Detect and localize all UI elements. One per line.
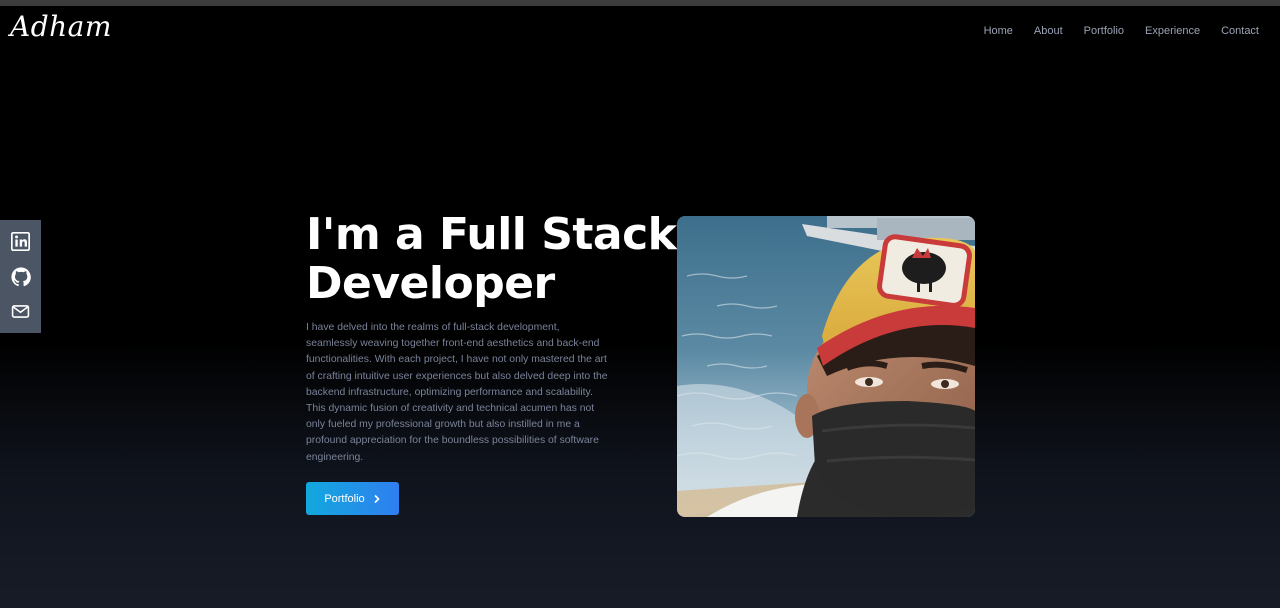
email-link[interactable] <box>10 301 32 323</box>
profile-photo-illustration <box>677 216 975 517</box>
portfolio-button-label: Portfolio <box>324 492 365 505</box>
nav-item-portfolio[interactable]: Portfolio <box>1084 25 1124 37</box>
site-logo[interactable]: Adham <box>10 10 112 43</box>
nav-item-about[interactable]: About <box>1034 25 1063 37</box>
chevron-right-icon <box>374 494 380 503</box>
main-nav: Home About Portfolio Experience Contact <box>984 25 1259 37</box>
nav-item-experience[interactable]: Experience <box>1145 25 1200 37</box>
mail-icon <box>11 305 30 318</box>
hero-description: I have delved into the realms of full-st… <box>306 322 608 463</box>
linkedin-icon <box>11 232 30 251</box>
github-link[interactable] <box>10 266 32 288</box>
linkedin-link[interactable] <box>10 231 32 253</box>
hero-title: I'm a Full Stack Developer <box>306 209 677 309</box>
browser-top-bar <box>0 0 1280 6</box>
profile-photo <box>677 216 975 517</box>
nav-item-contact[interactable]: Contact <box>1221 25 1259 37</box>
portfolio-button[interactable]: Portfolio <box>306 482 399 515</box>
github-icon <box>10 266 31 286</box>
social-sidebar <box>0 220 41 333</box>
nav-item-home[interactable]: Home <box>984 25 1013 37</box>
